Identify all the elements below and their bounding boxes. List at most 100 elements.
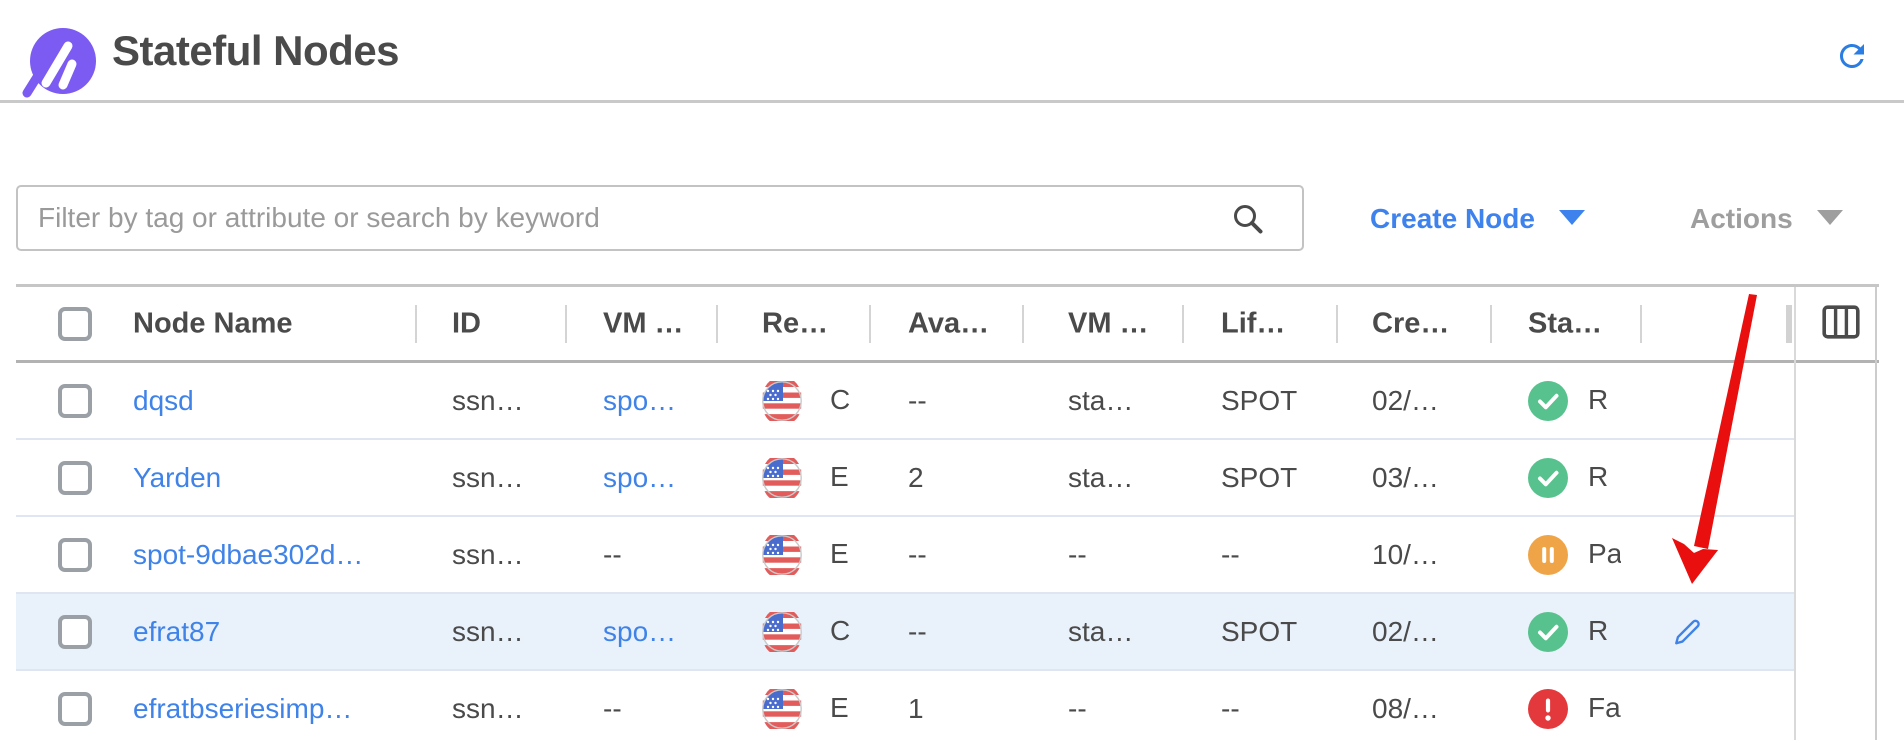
row-checkbox[interactable] [58, 384, 92, 418]
select-all-checkbox-wrap [58, 307, 92, 341]
region-label: E [830, 538, 849, 570]
search-icon[interactable] [1230, 201, 1266, 237]
status-running-icon [1528, 381, 1568, 421]
column-separator [415, 305, 417, 343]
page-title: Stateful Nodes [112, 27, 399, 75]
col-header-created[interactable]: Cre… [1372, 307, 1449, 340]
row-checkbox-wrap [58, 461, 92, 495]
node-name-link[interactable]: spot-9dbae302d… [133, 538, 363, 569]
region-label: C [830, 615, 850, 647]
node-name-link[interactable]: efrat87 [133, 615, 220, 646]
cell-status: Fa [1528, 689, 1621, 729]
cell-lifecycle: -- [1221, 538, 1240, 569]
cell-lifecycle: SPOT [1221, 461, 1297, 492]
column-separator [716, 305, 718, 343]
node-name-link[interactable]: Yarden [133, 461, 221, 492]
status-running-icon [1528, 612, 1568, 652]
cell-vm-size: sta… [1068, 384, 1133, 415]
column-separator [1182, 305, 1184, 343]
table-row[interactable]: efratbseriesimp… ssn… -- [16, 671, 1794, 740]
column-separator [1022, 305, 1024, 343]
cell-created-at: 02/… [1372, 384, 1439, 415]
col-header-vm-name[interactable]: VM … [603, 307, 684, 340]
col-header-id[interactable]: ID [452, 307, 481, 340]
column-separator [869, 305, 871, 343]
table-header-row: Node Name ID VM … Re… Ava… VM … Lif… Cre… [16, 287, 1879, 363]
cell-vm-size: -- [1068, 538, 1087, 569]
chevron-down-icon [1559, 210, 1585, 225]
cell-created-at: 02/… [1372, 615, 1439, 646]
col-header-az[interactable]: Ava… [908, 307, 989, 340]
cell-id: ssn… [452, 538, 524, 569]
col-header-status[interactable]: Sta… [1528, 307, 1602, 340]
row-checkbox[interactable] [58, 615, 92, 649]
vm-name-link[interactable]: spo… [603, 461, 676, 492]
table-row[interactable]: efrat87 ssn… spo… [16, 594, 1794, 671]
status-label: Pa [1588, 538, 1621, 570]
vm-name-link[interactable]: spo… [603, 615, 676, 646]
spot-logo-icon [12, 12, 112, 108]
cell-created-at: 08/… [1372, 692, 1439, 723]
region-label: E [830, 692, 849, 724]
us-flag-icon [762, 612, 802, 652]
cell-vm-size: sta… [1068, 461, 1133, 492]
cell-created-at: 10/… [1372, 538, 1439, 569]
edit-pencil-icon[interactable] [1674, 618, 1701, 645]
region-label: C [830, 384, 850, 416]
status-label: Fa [1588, 692, 1621, 724]
column-separator [1490, 305, 1492, 343]
column-separator [1640, 305, 1642, 343]
table-row[interactable]: Yarden ssn… spo… [16, 440, 1794, 517]
table-row[interactable]: spot-9dbae302d… ssn… -- [16, 517, 1794, 594]
cell-status: R [1528, 612, 1621, 652]
status-running-icon [1528, 458, 1568, 498]
col-header-node-name[interactable]: Node Name [133, 307, 293, 340]
column-separator [1786, 305, 1792, 343]
us-flag-icon [762, 689, 802, 729]
row-checkbox[interactable] [58, 461, 92, 495]
cell-status: R [1528, 458, 1621, 498]
cell-region: E [762, 535, 849, 575]
row-checkbox-wrap [58, 692, 92, 726]
nodes-table: Node Name ID VM … Re… Ava… VM … Lif… Cre… [16, 284, 1879, 740]
cell-region: E [762, 458, 849, 498]
status-label: R [1588, 461, 1621, 493]
cell-vm-size: -- [1068, 692, 1087, 723]
column-separator [565, 305, 567, 343]
pinned-column-divider [1794, 287, 1796, 740]
app-header: Stateful Nodes [0, 0, 1904, 100]
vm-name-link[interactable]: spo… [603, 384, 676, 415]
col-header-region[interactable]: Re… [762, 307, 828, 340]
column-separator [1336, 305, 1338, 343]
actions-button[interactable]: Actions [1690, 203, 1843, 235]
cell-region: C [762, 612, 850, 652]
cell-lifecycle: SPOT [1221, 615, 1297, 646]
filter-input[interactable] [38, 187, 1218, 249]
col-header-lifecycle[interactable]: Lif… [1221, 307, 1285, 340]
row-checkbox[interactable] [58, 538, 92, 572]
filter-box [16, 185, 1304, 251]
cell-region: C [762, 381, 850, 421]
row-checkbox-wrap [58, 538, 92, 572]
us-flag-icon [762, 381, 802, 421]
status-failed-icon [1528, 689, 1568, 729]
column-picker-icon[interactable] [1822, 305, 1860, 339]
row-checkbox-wrap [58, 615, 92, 649]
us-flag-icon [762, 535, 802, 575]
node-name-link[interactable]: dqsd [133, 384, 194, 415]
select-all-checkbox[interactable] [58, 307, 92, 341]
cell-id: ssn… [452, 692, 524, 723]
col-header-vm-size[interactable]: VM … [1068, 307, 1149, 340]
create-node-button[interactable]: Create Node [1370, 203, 1585, 235]
cell-availability-zone: -- [908, 615, 927, 646]
node-name-link[interactable]: efratbseriesimp… [133, 692, 352, 723]
chevron-down-icon [1817, 210, 1843, 225]
cell-status: Pa [1528, 535, 1621, 575]
row-checkbox[interactable] [58, 692, 92, 726]
table-row[interactable]: dqsd ssn… spo… [16, 363, 1794, 440]
refresh-icon[interactable] [1834, 38, 1870, 74]
cell-vm-size: sta… [1068, 615, 1133, 646]
table-body: dqsd ssn… spo… [16, 363, 1879, 740]
cell-region: E [762, 689, 849, 729]
cell-lifecycle: SPOT [1221, 384, 1297, 415]
